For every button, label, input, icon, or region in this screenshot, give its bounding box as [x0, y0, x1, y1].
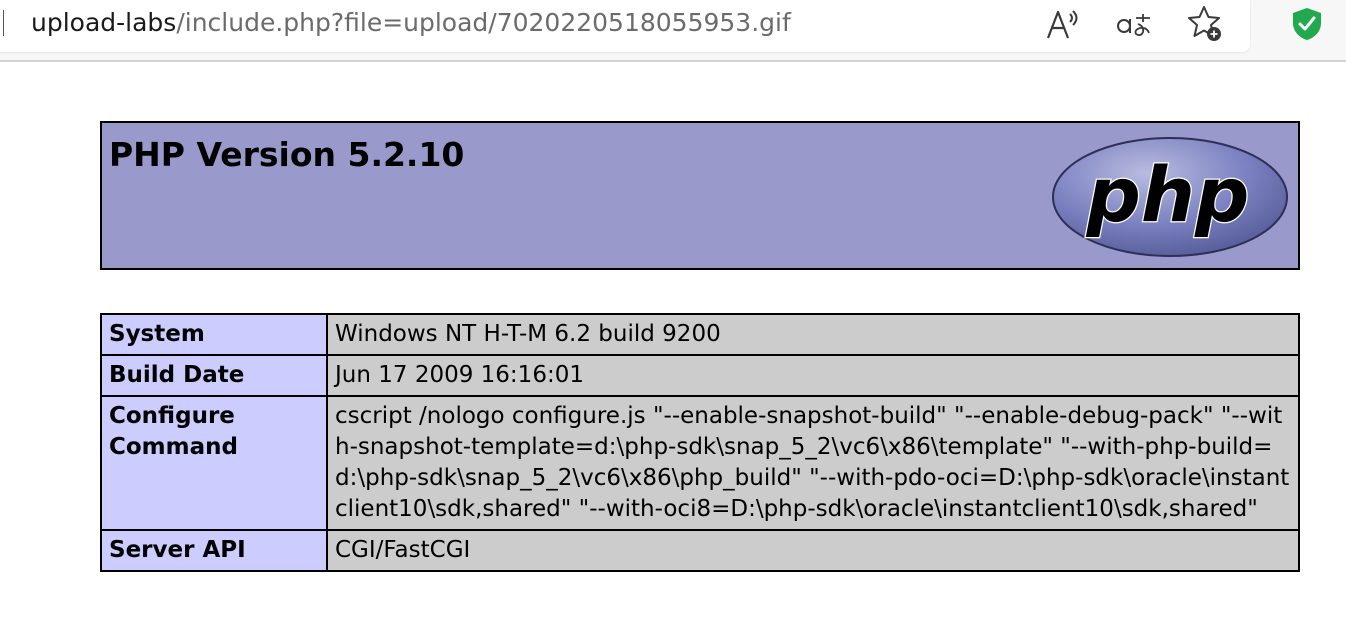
row-value: cscript /nologo configure.js "--enable-s… [326, 395, 1300, 531]
browser-toolbar: upload-labs/include.php?file=upload/7020… [0, 0, 1346, 62]
shield-check-icon[interactable] [1287, 4, 1327, 44]
text-caret [3, 10, 4, 36]
row-value: Jun 17 2009 16:16:01 [326, 354, 1300, 397]
row-label: Configure Command [100, 395, 328, 531]
read-aloud-icon[interactable] [1042, 4, 1082, 44]
php-logo: php [1052, 137, 1288, 257]
page-title: PHP Version 5.2.10 [109, 135, 465, 174]
table-row: System Windows NT H-T-M 6.2 build 9200 [100, 313, 1300, 356]
row-value: CGI/FastCGI [326, 529, 1300, 572]
row-label: System [100, 313, 328, 356]
row-label: Server API [100, 529, 328, 572]
table-row: Server API CGI/FastCGI [100, 529, 1300, 572]
php-logo-text: php [1086, 150, 1250, 239]
table-row: Configure Command cscript /nologo config… [100, 395, 1300, 531]
table-row: Build Date Jun 17 2009 16:16:01 [100, 354, 1300, 397]
php-version-header: PHP Version 5.2.10 php [100, 121, 1300, 270]
url-text[interactable]: upload-labs/include.php?file=upload/7020… [31, 7, 791, 39]
translate-icon[interactable] [1112, 4, 1156, 44]
url-path: /include.php?file=upload/702022051805595… [176, 8, 791, 37]
php-info-table: System Windows NT H-T-M 6.2 build 9200 B… [100, 313, 1300, 572]
row-value: Windows NT H-T-M 6.2 build 9200 [326, 313, 1300, 356]
add-favorite-icon[interactable] [1185, 4, 1227, 44]
url-host: upload-labs [31, 8, 177, 37]
row-label: Build Date [100, 354, 328, 397]
address-bar[interactable]: upload-labs/include.php?file=upload/7020… [0, 0, 1250, 52]
